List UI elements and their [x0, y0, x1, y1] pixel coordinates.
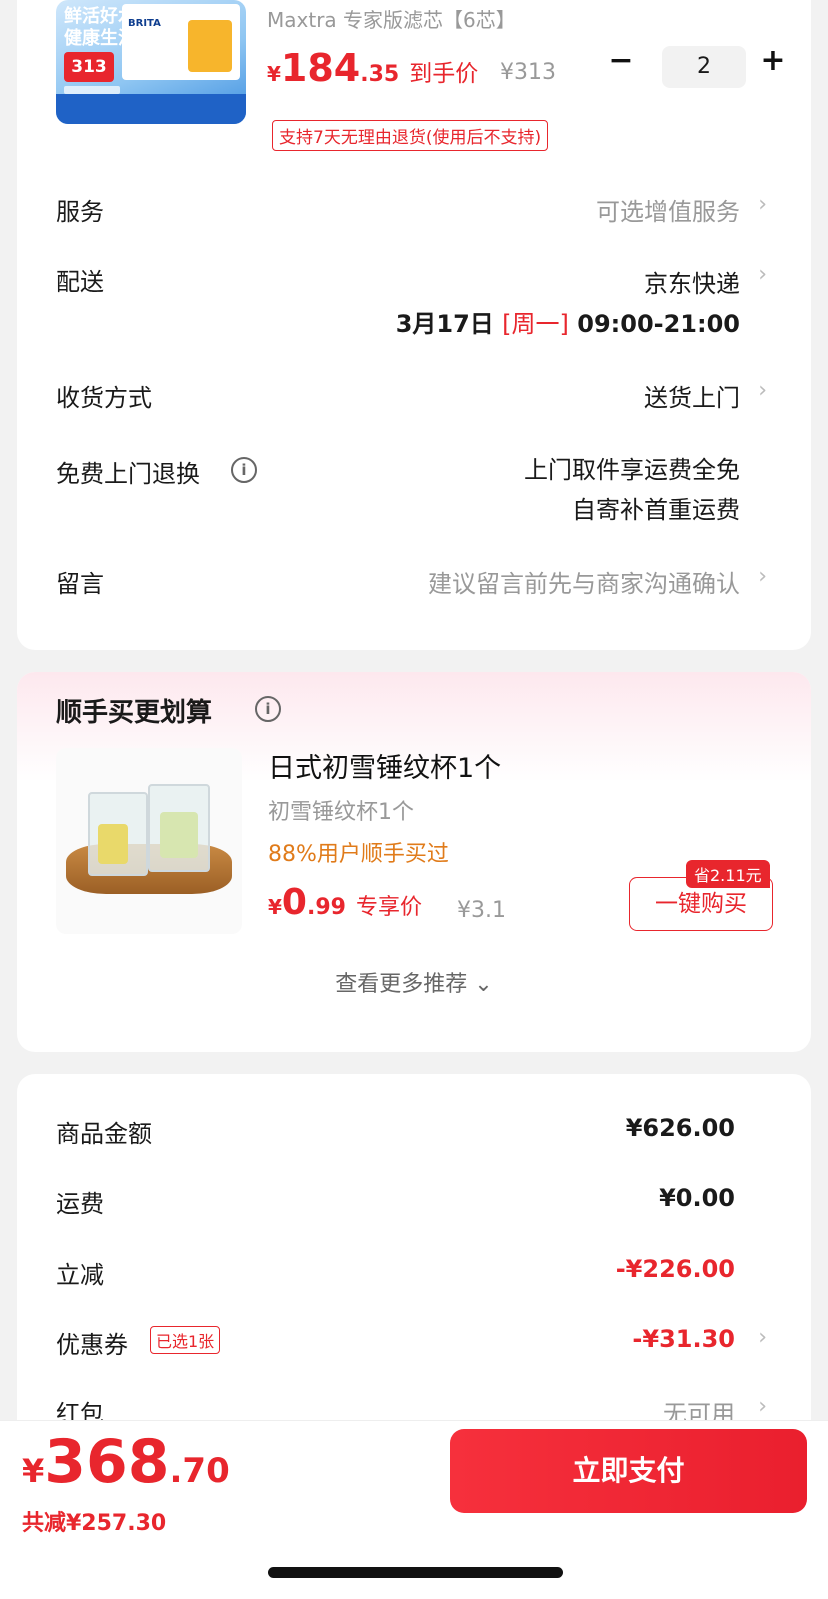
return-policy-tag: 支持7天无理由退货(使用后不支持) — [272, 120, 549, 151]
receive-method-value[interactable]: 送货上门 — [644, 378, 740, 413]
recommend-title[interactable]: 日式初雪锤纹杯1个 — [268, 746, 501, 785]
receive-method-label: 收货方式 — [56, 384, 152, 412]
free-return-value-2: 自寄补首重运费 — [572, 496, 740, 524]
image-footer-strip — [56, 94, 246, 124]
quantity-input[interactable]: 2 — [662, 46, 746, 88]
section-title: 顺手买更划算 — [56, 698, 213, 728]
delivery-time[interactable]: 3月17日 [周一] 09:00-21:00 — [396, 304, 740, 339]
recommend-product-image[interactable] — [56, 748, 242, 934]
shipping-value: ¥0.00 — [659, 1184, 735, 1212]
product-title[interactable]: Maxtra 专家版滤芯【6芯】 — [267, 4, 516, 33]
service-label: 服务 — [56, 198, 104, 226]
info-icon[interactable]: i — [255, 696, 281, 722]
chevron-right-icon[interactable]: › — [758, 378, 767, 403]
recommend-subtitle: 初雪锤纹杯1个 — [268, 800, 414, 825]
recommend-price: ¥0.99 专享价 — [268, 882, 422, 923]
goods-amount-label: 商品金额 — [56, 1120, 152, 1148]
brand-logo: BRITA — [128, 18, 161, 29]
cup-graphic — [88, 792, 148, 876]
goods-amount-value: ¥626.00 — [625, 1114, 735, 1142]
info-icon[interactable]: i — [231, 457, 257, 483]
free-return-label: 免费上门退换 — [56, 460, 200, 488]
product-price: ¥184.35 到手价 — [267, 46, 479, 90]
delivery-label: 配送 — [56, 268, 104, 296]
coupon-selected-tag: 已选1张 — [150, 1326, 221, 1354]
shipping-label: 运费 — [56, 1190, 104, 1218]
free-return-value-1: 上门取件享运费全免 — [524, 456, 740, 484]
image-note-line — [64, 86, 120, 94]
recommend-card: 顺手买更划算 i 日式初雪锤纹杯1个 初雪锤纹杯1个 88%用户顺手买过 ¥0.… — [17, 672, 811, 1052]
pay-now-button[interactable]: 立即支付 — [450, 1429, 807, 1513]
chevron-right-icon[interactable]: › — [758, 262, 767, 287]
service-value[interactable]: 可选增值服务 — [596, 192, 740, 227]
coupon-value[interactable]: -¥31.30 — [632, 1325, 735, 1353]
order-card: 鲜活好水 健康生活 313 BRITA Maxtra 专家版滤芯【6芯】 ¥184… — [17, 0, 811, 650]
more-recommend-link[interactable]: 查看更多推荐 ⌄ — [17, 966, 811, 998]
message-label: 留言 — [56, 570, 104, 598]
quantity-increase-button[interactable]: + — [755, 44, 791, 80]
chevron-right-icon[interactable]: › — [758, 564, 767, 589]
delivery-weekday: [周一] — [502, 310, 569, 338]
total-price: ¥368.70 — [22, 1427, 230, 1497]
recommend-percent: 88%用户顺手买过 — [268, 842, 449, 867]
chevron-right-icon[interactable]: › — [758, 1394, 767, 1419]
save-badge: 省2.11元 — [686, 860, 770, 888]
discount-label: 立减 — [56, 1261, 104, 1289]
cup-graphic — [148, 784, 210, 872]
discount-value: -¥226.00 — [615, 1255, 735, 1283]
product-image[interactable]: 鲜活好水 健康生活 313 BRITA — [56, 0, 246, 124]
quantity-decrease-button[interactable]: − — [603, 44, 639, 80]
image-price-badge: 313 — [64, 52, 114, 82]
home-indicator[interactable] — [268, 1567, 563, 1578]
chevron-right-icon[interactable]: › — [758, 192, 767, 217]
coupon-label: 优惠券 — [56, 1331, 128, 1359]
original-price: ¥313 — [500, 60, 556, 85]
recommend-original-price: ¥3.1 — [457, 898, 506, 923]
filter-graphic — [188, 20, 232, 72]
total-savings: 共减¥257.30 — [22, 1511, 167, 1536]
price-label: 到手价 — [409, 61, 479, 87]
chevron-right-icon[interactable]: › — [758, 1325, 767, 1350]
delivery-value[interactable]: 京东快递 — [644, 264, 740, 299]
product-box-graphic: BRITA — [122, 4, 240, 80]
message-input[interactable]: 建议留言前先与商家沟通确认 — [428, 564, 740, 599]
